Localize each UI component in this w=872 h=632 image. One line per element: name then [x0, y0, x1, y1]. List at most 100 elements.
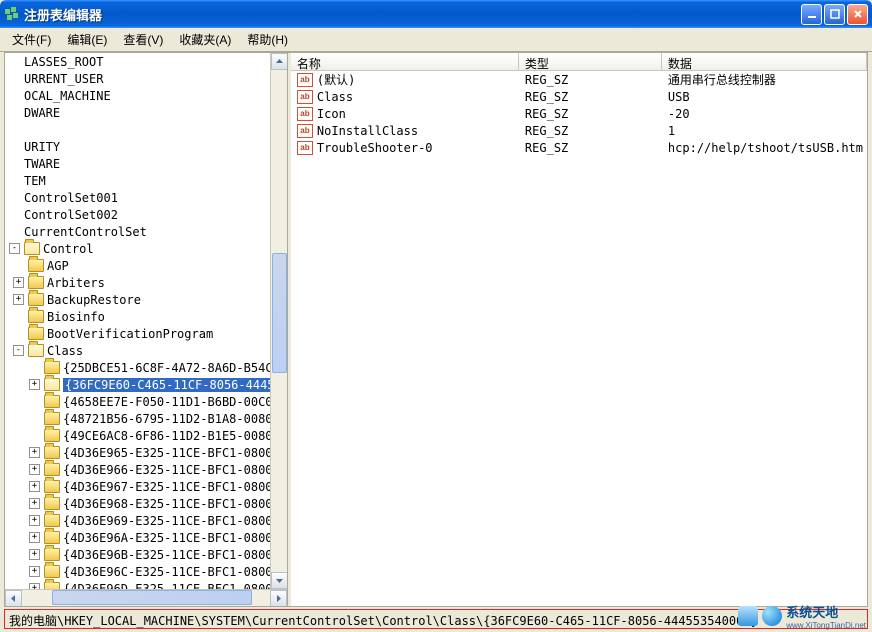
tree-item-label: {4D36E96A-E325-11CE-BFC1-08002BE10318} [63, 531, 288, 545]
menu-help[interactable]: 帮助(H) [239, 29, 296, 50]
tree-item[interactable]: - Class [5, 342, 288, 359]
tree-item[interactable]: {48721B56-6795-11D2-B1A8-0080C72E74A2} [5, 410, 288, 427]
tree-item[interactable]: + {4D36E969-E325-11CE-BFC1-08002BE10318} [5, 512, 288, 529]
string-value-icon [297, 73, 313, 87]
menu-view[interactable]: 查看(V) [115, 29, 171, 50]
value-type: REG_SZ [521, 90, 664, 104]
value-name: Icon [317, 107, 346, 121]
value-row[interactable]: TroubleShooter-0REG_SZhcp://help/tshoot/… [291, 139, 867, 156]
folder-icon [28, 310, 44, 323]
menu-file[interactable]: 文件(F) [4, 29, 59, 50]
menu-edit[interactable]: 编辑(E) [59, 29, 115, 50]
tree-item-label: ControlSet002 [24, 208, 118, 222]
tree-item[interactable]: + {4D36E965-E325-11CE-BFC1-08002BE10318} [5, 444, 288, 461]
tree-item-label: {4D36E969-E325-11CE-BFC1-08002BE10318} [63, 514, 288, 528]
tree-item[interactable]: - Control [5, 240, 288, 257]
app-icon [4, 6, 20, 22]
folder-icon [44, 514, 60, 527]
tree-item-label: {4D36E966-E325-11CE-BFC1-08002BE10318} [63, 463, 288, 477]
scroll-thumb[interactable] [272, 253, 287, 373]
folder-icon [28, 293, 44, 306]
tree-item-label: {48721B56-6795-11D2-B1A8-0080C72E74A2} [63, 412, 288, 426]
expand-icon[interactable]: + [29, 481, 40, 492]
folder-icon [44, 429, 60, 442]
collapse-icon[interactable]: - [9, 243, 20, 254]
collapse-icon[interactable]: - [13, 345, 24, 356]
registry-tree-panel: LASSES_ROOTURRENT_USEROCAL_MACHINEDWARE U… [5, 53, 288, 606]
value-row[interactable]: NoInstallClassREG_SZ1 [291, 122, 867, 139]
value-row[interactable]: (默认)REG_SZ通用串行总线控制器 [291, 71, 867, 88]
tree-item[interactable]: +{4D36E96C-E325-11CE-BFC1-08002BE10318} [5, 563, 288, 580]
scroll-down-button[interactable] [271, 572, 288, 589]
tree-item[interactable]: TEM [5, 172, 288, 189]
tree-item[interactable]: +{4D36E967-E325-11CE-BFC1-08002BE10318} [5, 478, 288, 495]
menu-favorites[interactable]: 收藏夹(A) [171, 29, 239, 50]
tree-item[interactable]: LASSES_ROOT [5, 53, 288, 70]
tree-item[interactable] [5, 121, 288, 138]
tree-item-label: {4D36E965-E325-11CE-BFC1-08002BE10318} [63, 446, 288, 460]
hscroll-thumb[interactable] [52, 590, 252, 605]
tree-item[interactable]: {49CE6AC8-6F86-11D2-B1E5-0080C72E74A2} [5, 427, 288, 444]
value-row[interactable]: IconREG_SZ-20 [291, 105, 867, 122]
expand-icon[interactable]: + [29, 379, 40, 390]
tree-item[interactable]: + {4D36E96A-E325-11CE-BFC1-08002BE10318} [5, 529, 288, 546]
tree-item-label: {4D36E96B-E325-11CE-BFC1-08002BE10318} [63, 548, 288, 562]
tree-item[interactable]: +{4D36E968-E325-11CE-BFC1-08002BE10318} [5, 495, 288, 512]
column-header-data[interactable]: 数据 [662, 53, 867, 70]
value-row[interactable]: ClassREG_SZUSB [291, 88, 867, 105]
close-button[interactable] [847, 4, 868, 25]
expand-icon[interactable]: + [29, 464, 40, 475]
tree-item[interactable]: URRENT_USER [5, 70, 288, 87]
tree-item-label: Class [47, 344, 83, 358]
folder-icon [44, 531, 60, 544]
expand-icon[interactable]: + [13, 294, 24, 305]
folder-icon [28, 327, 44, 340]
tree-item[interactable]: URITY [5, 138, 288, 155]
tree-item-label: Control [43, 242, 94, 256]
scroll-left-button[interactable] [5, 590, 22, 606]
tree-item[interactable]: ControlSet001 [5, 189, 288, 206]
tree-horizontal-scrollbar[interactable] [5, 589, 287, 606]
tree-vertical-scrollbar[interactable] [270, 53, 287, 606]
expand-icon[interactable]: + [29, 498, 40, 509]
folder-icon [44, 480, 60, 493]
expand-icon[interactable]: + [29, 447, 40, 458]
expand-icon[interactable]: + [29, 566, 40, 577]
tree-item-label: Arbiters [47, 276, 105, 290]
column-header-name[interactable]: 名称 [291, 53, 519, 70]
tree-item[interactable]: CurrentControlSet [5, 223, 288, 240]
minimize-button[interactable] [801, 4, 822, 25]
expand-icon[interactable]: + [13, 277, 24, 288]
tree-item-label: {25DBCE51-6C8F-4A72-8A6D-B54C2B4FC835} [63, 361, 288, 375]
folder-icon [28, 344, 44, 357]
tree-item[interactable]: + Arbiters [5, 274, 288, 291]
tree-item[interactable]: {25DBCE51-6C8F-4A72-8A6D-B54C2B4FC835} [5, 359, 288, 376]
main-content: LASSES_ROOTURRENT_USEROCAL_MACHINEDWARE U… [4, 52, 868, 607]
scroll-right-button[interactable] [270, 590, 287, 606]
value-name: Class [317, 90, 353, 104]
expand-icon[interactable]: + [29, 532, 40, 543]
tree-item[interactable]: OCAL_MACHINE [5, 87, 288, 104]
tree-item[interactable]: ControlSet002 [5, 206, 288, 223]
tree-item[interactable]: +{36FC9E60-C465-11CF-8056-444553540000} [5, 376, 288, 393]
watermark-url: www.XiTongTianDi.net [786, 621, 866, 630]
tree-item[interactable]: {4658EE7E-F050-11D1-B6BD-00C04FA372A7} [5, 393, 288, 410]
tree-item[interactable]: DWARE [5, 104, 288, 121]
window-title: 注册表编辑器 [24, 5, 801, 24]
tree-item[interactable]: TWARE [5, 155, 288, 172]
string-value-icon [297, 107, 313, 121]
tree-item[interactable]: + {4D36E96B-E325-11CE-BFC1-08002BE10318} [5, 546, 288, 563]
tree-item[interactable]: BootVerificationProgram [5, 325, 288, 342]
tree-item[interactable]: Biosinfo [5, 308, 288, 325]
folder-icon [44, 378, 60, 391]
folder-icon [44, 446, 60, 459]
expand-icon[interactable]: + [29, 549, 40, 560]
expand-icon[interactable]: + [29, 515, 40, 526]
scroll-up-button[interactable] [271, 53, 288, 70]
maximize-button[interactable] [824, 4, 845, 25]
tree-item[interactable]: AGP [5, 257, 288, 274]
tree-item[interactable]: +BackupRestore [5, 291, 288, 308]
tree-item[interactable]: + {4D36E966-E325-11CE-BFC1-08002BE10318} [5, 461, 288, 478]
column-header-type[interactable]: 类型 [519, 53, 662, 70]
string-value-icon [297, 124, 313, 138]
